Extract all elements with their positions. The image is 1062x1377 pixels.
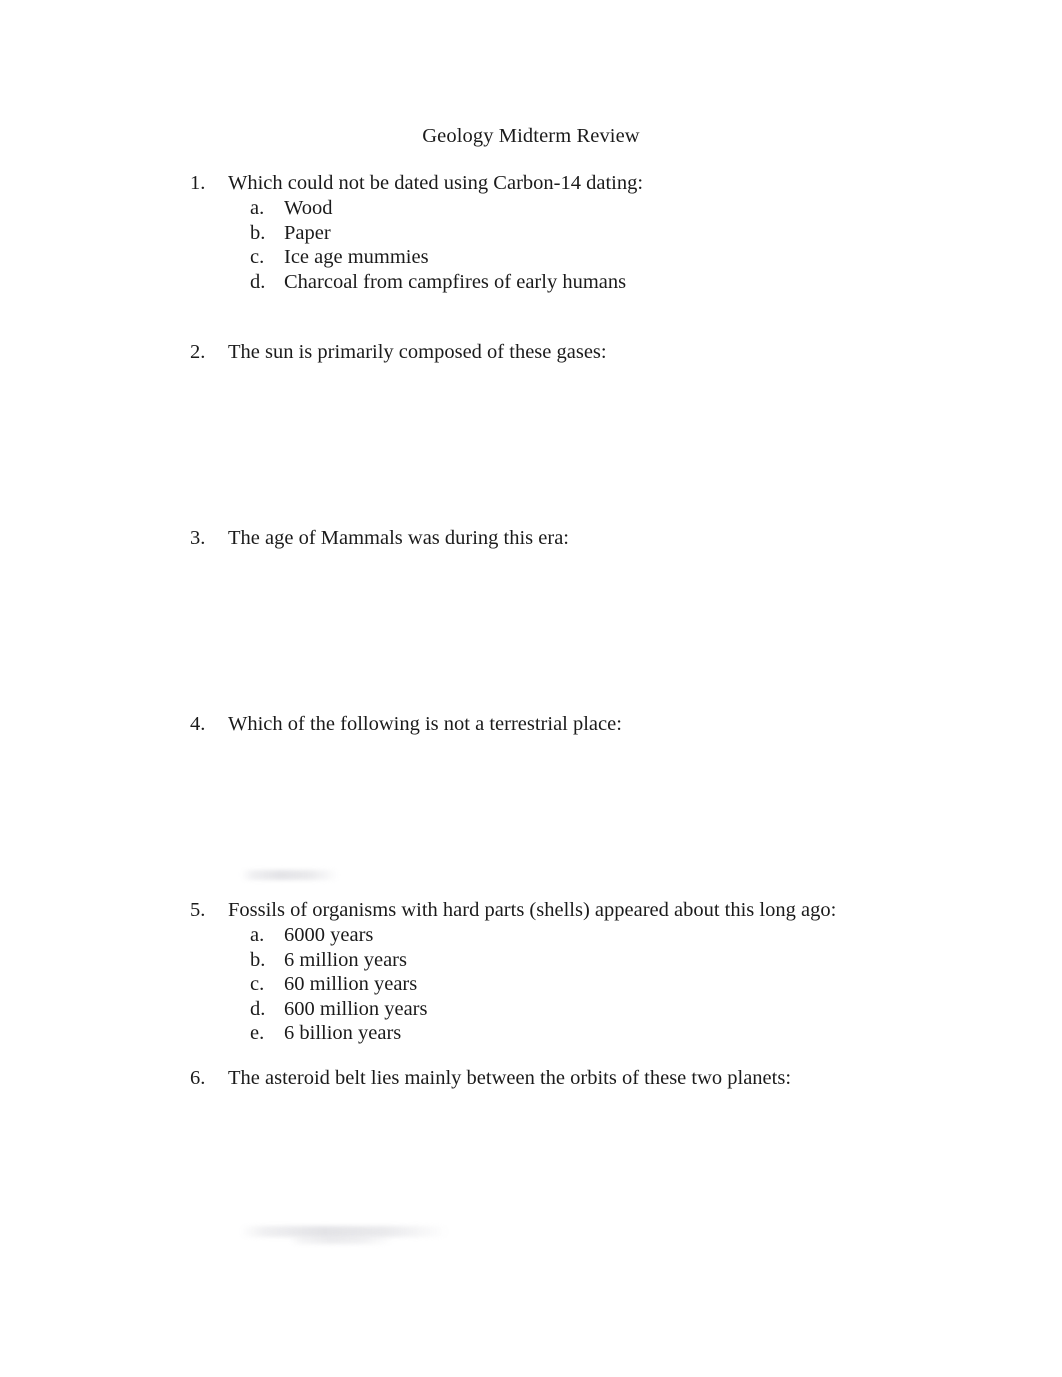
question-line: 2. The sun is primarily composed of these… <box>190 339 1010 365</box>
answer-option[interactable]: a. 6000 years <box>250 923 1062 948</box>
answer-option-letter: a. <box>250 197 265 219</box>
answer-option-letter: d. <box>250 270 266 293</box>
answer-option-text: 600 million years <box>284 997 428 1020</box>
question-line: 3. The age of Mammals was during this era… <box>190 525 1010 551</box>
question-number: 4. <box>190 713 206 735</box>
answer-option-text: Wood <box>284 197 333 219</box>
answer-option-text: 6 billion years <box>284 1022 402 1044</box>
answer-option-list: a. Wood b. Paper c. Ice age mummies d. Charcoal… <box>250 196 1062 294</box>
answer-option-letter: d. <box>250 997 266 1020</box>
answer-option-text: Paper <box>284 221 331 244</box>
question-text: The sun is primarily composed of these g… <box>228 341 607 363</box>
answer-option-letter: b. <box>250 221 266 244</box>
answer-option-list: a. 6000 years b. 6 million years c. 60 millio… <box>250 923 1062 1046</box>
answer-option-text: 6 million years <box>284 948 407 971</box>
question-block: 6. The asteroid belt lies mainly between … <box>190 1065 1010 1091</box>
answer-option[interactable]: b. 6 million years <box>250 948 1062 973</box>
document-page: Geology Midterm Review 1. Which could not… <box>0 0 1062 1377</box>
answer-option[interactable]: a. Wood <box>250 196 1062 221</box>
answer-option[interactable]: d. 600 million years <box>250 997 1062 1022</box>
answer-option[interactable]: c. Ice age mummies <box>250 245 1062 270</box>
answer-option[interactable]: e. 6 billion years <box>250 1021 1062 1046</box>
answer-option[interactable]: c. 60 million years <box>250 972 1062 997</box>
answer-option-letter: a. <box>250 924 265 946</box>
question-text: The age of Mammals was during this era: <box>228 527 570 549</box>
answer-option-letter: b. <box>250 948 266 971</box>
question-line: 4. Which of the following is not a terres… <box>190 711 1010 737</box>
question-block: 5. Fossils of organisms with hard parts (… <box>190 897 1010 1046</box>
question-line: 1. Which could not be dated using Carbon-… <box>190 170 1010 196</box>
question-number: 6. <box>190 1067 206 1089</box>
question-number: 2. <box>190 341 206 363</box>
answer-option[interactable]: d. Charcoal from campfires of early human… <box>250 270 1062 295</box>
question-block: 1. Which could not be dated using Carbon-… <box>190 170 1010 294</box>
question-text: The asteroid belt lies mainly between th… <box>228 1067 792 1089</box>
answer-option-text: Charcoal from campfires of early humans <box>284 270 627 293</box>
question-block: 4. Which of the following is not a terres… <box>190 711 1010 737</box>
answer-option-letter: e. <box>250 1022 265 1044</box>
question-line: 5. Fossils of organisms with hard parts (… <box>190 897 1010 923</box>
answer-option-text: 6000 years <box>284 924 374 946</box>
question-block: 2. The sun is primarily composed of these… <box>190 339 1010 365</box>
answer-option[interactable]: b. Paper <box>250 221 1062 246</box>
answer-option-letter: c. <box>250 973 265 995</box>
answer-option-letter: c. <box>250 246 265 268</box>
question-number: 3. <box>190 527 206 549</box>
question-text: Which could not be dated using Carbon-14… <box>228 172 644 194</box>
question-list: 1. Which could not be dated using Carbon-… <box>0 0 1062 1377</box>
question-line: 6. The asteroid belt lies mainly between … <box>190 1065 1010 1091</box>
question-number: 5. <box>190 899 206 921</box>
question-text: Fossils of organisms with hard parts (sh… <box>228 899 837 921</box>
question-number: 1. <box>190 172 206 194</box>
question-block: 3. The age of Mammals was during this era… <box>190 525 1010 551</box>
answer-option-text: 60 million years <box>284 973 418 995</box>
question-text: Which of the following is not a terrestr… <box>228 713 622 735</box>
answer-option-text: Ice age mummies <box>284 246 429 268</box>
